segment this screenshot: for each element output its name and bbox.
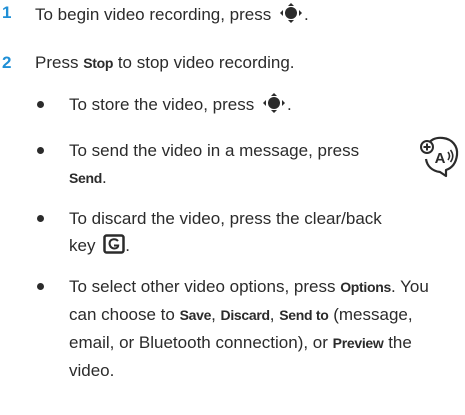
bullet-dot	[37, 101, 44, 108]
step-number: 2	[2, 53, 12, 72]
bullet-dot	[37, 215, 44, 222]
step-number: 1	[2, 3, 12, 22]
save-option-label: Save	[179, 307, 212, 323]
bullet-dot	[37, 283, 44, 290]
stop-key-label: Stop	[83, 55, 114, 71]
send-key-label: Send	[69, 170, 103, 186]
navigation-key-icon	[262, 93, 285, 113]
navigation-key-icon	[279, 3, 302, 23]
bullet-dot	[37, 147, 44, 154]
discard-option-label: Discard	[220, 307, 271, 323]
step-text: To begin video recording, press	[35, 5, 272, 24]
clear-back-key-icon	[103, 234, 125, 254]
send-to-option-label: Send to	[279, 307, 329, 323]
preview-option-label: Preview	[332, 335, 384, 351]
svg-text:A: A	[435, 150, 446, 167]
accessibility-feature-icon: A	[420, 136, 459, 178]
options-key-label: Options	[340, 279, 391, 295]
